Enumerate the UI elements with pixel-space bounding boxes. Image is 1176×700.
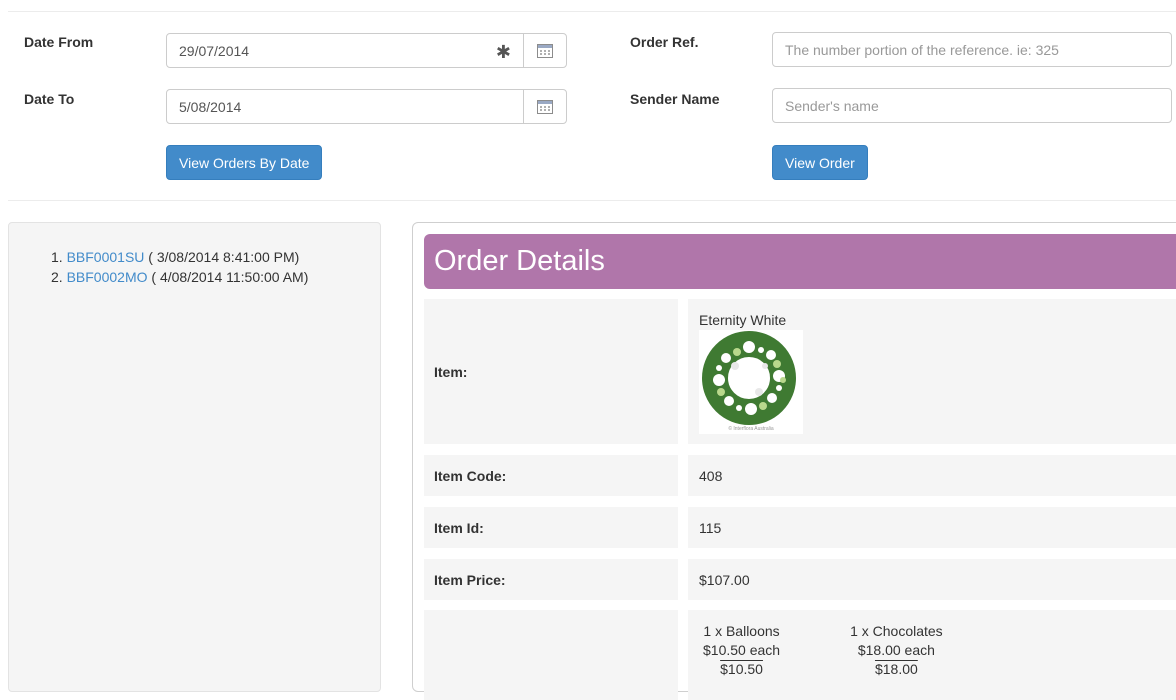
image-caption: © Interflora Australia <box>728 426 774 432</box>
list-item: 1. BBF0001SU ( 3/08/2014 8:41:00 PM) <box>51 247 380 267</box>
order-link-bbf0001su[interactable]: BBF0001SU <box>67 249 145 265</box>
extras-value-cell: 1 x Balloons $10.50 each $10.50 1 x Choc… <box>688 610 1176 700</box>
wreath-image <box>702 331 796 425</box>
order-details-title: Order Details <box>424 234 1176 289</box>
item-id-value: 115 <box>688 507 1176 548</box>
extra-each: $18.00 each <box>857 642 935 658</box>
order-ref-input[interactable] <box>772 32 1172 67</box>
item-value-cell: Eternity White © Interflora Australia <box>688 299 1176 444</box>
extra-qty: 1 x Balloons <box>703 623 780 639</box>
list-item: 2. BBF0002MO ( 4/08/2014 11:50:00 AM) <box>51 267 380 287</box>
item-label: Item: <box>424 299 678 444</box>
order-list: 1. BBF0001SU ( 3/08/2014 8:41:00 PM) 2. … <box>9 223 380 287</box>
item-image: © Interflora Australia <box>699 330 803 434</box>
filter-divider <box>8 200 1176 201</box>
order-number: 2. <box>51 269 63 285</box>
asterisk-icon: ✱ <box>495 42 511 62</box>
extra-each: $10.50 each <box>703 642 781 658</box>
calendar-icon <box>537 99 553 114</box>
extra-qty: 1 x Chocolates <box>850 623 943 639</box>
top-divider <box>8 11 1176 12</box>
extra-total: $18.00 <box>874 661 918 677</box>
order-number: 1. <box>51 249 63 265</box>
extra-chocolates: 1 x Chocolates $18.00 each $18.00 <box>850 622 943 679</box>
date-to-value: 5/08/2014 <box>179 98 242 115</box>
extra-balloons: 1 x Balloons $10.50 each $10.50 <box>703 622 780 679</box>
item-id-label: Item Id: <box>424 507 678 548</box>
extras-list: 1 x Balloons $10.50 each $10.50 1 x Choc… <box>688 622 1176 679</box>
sender-name-input[interactable] <box>772 88 1172 123</box>
date-from-input[interactable]: 29/07/2014 ✱ <box>166 33 524 68</box>
view-order-button[interactable]: View Order <box>772 145 868 180</box>
date-from-label: Date From <box>24 34 94 50</box>
sender-name-label: Sender Name <box>630 91 720 107</box>
extra-total: $10.50 <box>720 661 763 677</box>
view-orders-by-date-button[interactable]: View Orders By Date <box>166 145 323 180</box>
date-to-label: Date To <box>24 91 75 107</box>
item-name: Eternity White <box>699 312 787 328</box>
order-date: ( 4/08/2014 11:50:00 AM) <box>151 269 309 285</box>
calendar-icon <box>537 43 553 58</box>
date-from-value: 29/07/2014 <box>179 42 250 59</box>
order-details-panel: Order Details Item: Eternity White © Int… <box>412 222 1176 700</box>
order-date: ( 3/08/2014 8:41:00 PM) <box>148 249 300 265</box>
date-to-calendar-button[interactable] <box>523 89 567 124</box>
item-code-label: Item Code: <box>424 455 678 496</box>
order-ref-label: Order Ref. <box>630 34 699 50</box>
order-link-bbf0002mo[interactable]: BBF0002MO <box>67 269 148 285</box>
date-to-input[interactable]: 5/08/2014 <box>166 89 524 124</box>
item-code-value: 408 <box>688 455 1176 496</box>
item-price-label: Item Price: <box>424 559 678 600</box>
date-from-calendar-button[interactable] <box>523 33 567 68</box>
item-price-value: $107.00 <box>688 559 1176 600</box>
extras-label-cell <box>424 610 678 700</box>
order-list-panel: 1. BBF0001SU ( 3/08/2014 8:41:00 PM) 2. … <box>8 222 381 692</box>
